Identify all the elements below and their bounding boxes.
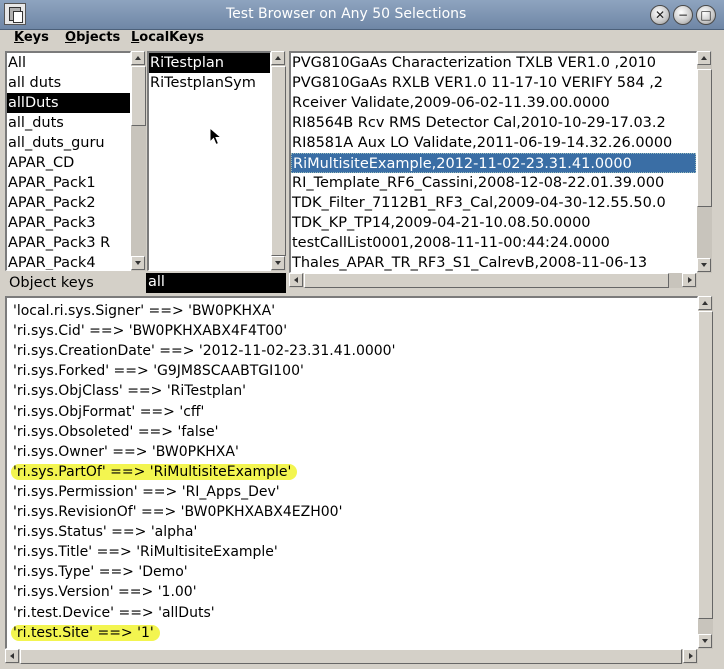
objects-list-item[interactable]: TDK_KP_TP14,2009-04-21-10.08.50.0000 [291, 213, 696, 233]
keys-list-item[interactable]: APAR_CD [7, 153, 130, 173]
class-list[interactable]: RiTestplan RiTestplanSym [147, 51, 271, 271]
keys-list-item[interactable]: APAR_Pack1 [7, 173, 130, 193]
attribute-line: 'ri.sys.Permission' ==> 'RI_Apps_Dev' [13, 483, 280, 500]
objects-list-item[interactable]: RiMultisiteExample,2012-11-02-23.31.41.0… [291, 153, 696, 173]
scroll-right-icon[interactable] [682, 273, 696, 287]
app-icon[interactable] [4, 3, 26, 25]
scroll-up-icon[interactable] [698, 296, 712, 310]
scroll-right-icon[interactable] [683, 649, 697, 663]
keys-list-item[interactable]: all_duts [7, 113, 130, 133]
window-title: Test Browser on Any 50 Selections [226, 6, 467, 22]
keys-list-item[interactable]: APAR_Pack4 [7, 253, 130, 270]
keys-list-item[interactable]: APAR_Pack3 [7, 213, 130, 233]
scroll-left-icon[interactable] [289, 273, 303, 287]
attribute-line: 'ri.sys.Status' ==> 'alpha' [13, 524, 198, 541]
object-keys-label: Object keys [9, 275, 94, 291]
keys-list-scrollbar[interactable] [131, 51, 146, 271]
scroll-down-icon[interactable] [131, 256, 145, 270]
mouse-pointer-icon [209, 127, 223, 146]
keys-list-item[interactable]: All [7, 53, 130, 73]
attribute-line: 'ri.sys.ObjFormat' ==> 'cff' [13, 403, 205, 420]
objects-list-item[interactable]: RI_Template_RF6_Cassini,2008-12-08-22.01… [291, 173, 696, 193]
objects-hscroll-thumb[interactable] [304, 273, 669, 288]
keys-list-item[interactable]: APAR_Pack3 R [7, 233, 130, 253]
attributes-hscroll-thumb[interactable] [20, 649, 682, 664]
object-keys-input[interactable]: all [146, 273, 286, 293]
keys-list-item[interactable]: allDuts [7, 93, 130, 113]
class-list-item[interactable]: RiTestplanSym [149, 73, 270, 93]
scroll-down-icon[interactable] [271, 256, 285, 270]
attribute-line: 'ri.sys.ObjClass' ==> 'RiTestplan' [13, 383, 246, 400]
scroll-left-icon[interactable] [5, 649, 19, 663]
objects-list-item[interactable]: Thales_APAR_TR_RF3_S1_CalrevB,2008-11-06… [291, 253, 696, 272]
keys-list[interactable]: All all duts allDuts all_duts all_duts_guru A… [5, 51, 131, 271]
class-list-scrollbar[interactable] [271, 51, 286, 271]
scroll-down-icon[interactable] [698, 634, 712, 648]
keys-scroll-thumb[interactable] [131, 66, 146, 126]
objects-list[interactable]: PVG810GaAs Characterization TXLB VER1.0 … [289, 51, 697, 273]
scroll-up-icon[interactable] [271, 51, 285, 65]
attribute-line: 'ri.test.Site' ==> '1' [11, 623, 160, 643]
menu-bar: Keys Objects LocalKeys [0, 30, 724, 50]
objects-list-item[interactable]: PVG810GaAs RXLB VER1.0 11-17-10 VERIFY 5… [291, 73, 696, 93]
keys-list-item[interactable]: APAR_Pack2 [7, 193, 130, 213]
attributes-scrollbar[interactable] [698, 296, 713, 649]
maximize-button[interactable]: □ [696, 5, 716, 25]
attribute-line: 'ri.sys.Cid' ==> 'BW0PKHXABX4F4T00' [13, 323, 288, 340]
objects-list-item[interactable]: TDK_Filter_7112B1_RF3_Cal,2009-04-30-12.… [291, 193, 696, 213]
objects-list-item[interactable]: testCallList0001,2008-11-11-00:44:24.000… [291, 233, 696, 253]
attributes-hscrollbar[interactable] [5, 649, 698, 664]
menu-localkeys[interactable]: LocalKeys [131, 30, 204, 45]
objects-list-scrollbar[interactable] [697, 51, 712, 273]
menu-keys[interactable]: Keys [14, 30, 49, 45]
attribute-line: 'ri.sys.Type' ==> 'Demo' [13, 564, 188, 581]
menu-objects[interactable]: Objects [65, 30, 120, 45]
keys-list-item[interactable]: all duts [7, 73, 130, 93]
close-button[interactable]: ✕ [650, 5, 670, 25]
attributes-scroll-thumb[interactable] [698, 311, 713, 619]
attribute-line: 'ri.sys.PartOf' ==> 'RiMultisiteExample' [11, 462, 298, 482]
attributes-text-area[interactable]: 'local.ri.sys.Signer' ==> 'BW0PKHXA' 'ri.… [5, 296, 698, 649]
minimize-button[interactable]: − [673, 5, 693, 25]
attribute-line: 'ri.sys.Version' ==> '1.00' [13, 584, 197, 601]
objects-list-item[interactable]: Rceiver Validate,2009-06-02-11.39.00.000… [291, 93, 696, 113]
objects-scroll-thumb[interactable] [697, 69, 712, 207]
class-scroll-thumb[interactable] [271, 66, 286, 256]
scroll-up-icon[interactable] [697, 51, 711, 65]
attribute-line: 'ri.sys.Title' ==> 'RiMultisiteExample' [13, 544, 278, 561]
objects-list-hscrollbar[interactable] [289, 273, 697, 288]
keys-list-item[interactable]: all_duts_guru [7, 133, 130, 153]
scroll-down-icon[interactable] [697, 258, 711, 272]
attribute-line: 'ri.sys.Owner' ==> 'BW0PKHXA' [13, 443, 239, 460]
scroll-up-icon[interactable] [131, 51, 145, 65]
title-bar[interactable]: Test Browser on Any 50 Selections ✕ − □ [0, 0, 724, 30]
objects-list-item[interactable]: PVG810GaAs Characterization TXLB VER1.0 … [291, 53, 696, 73]
attribute-line: 'ri.sys.CreationDate' ==> '2012-11-02-23… [13, 343, 396, 360]
attribute-line: 'ri.sys.Obsoleted' ==> 'false' [13, 423, 219, 440]
attribute-line: 'ri.sys.Forked' ==> 'G9JM8SCAABTGI100' [13, 363, 304, 380]
objects-list-item[interactable]: RI8581A Aux LO Validate,2011-06-19-14.32… [291, 133, 696, 153]
objects-list-item[interactable]: RI8564B Rcv RMS Detector Cal,2010-10-29-… [291, 113, 696, 133]
attribute-line: 'ri.test.Device' ==> 'allDuts' [13, 604, 215, 621]
class-list-item[interactable]: RiTestplan [149, 53, 270, 73]
test-browser-window: Test Browser on Any 50 Selections ✕ − □ … [0, 0, 724, 669]
attribute-line: 'local.ri.sys.Signer' ==> 'BW0PKHXA' [13, 303, 276, 319]
attribute-line: 'ri.sys.RevisionOf' ==> 'BW0PKHXABX4EZH0… [13, 504, 343, 520]
